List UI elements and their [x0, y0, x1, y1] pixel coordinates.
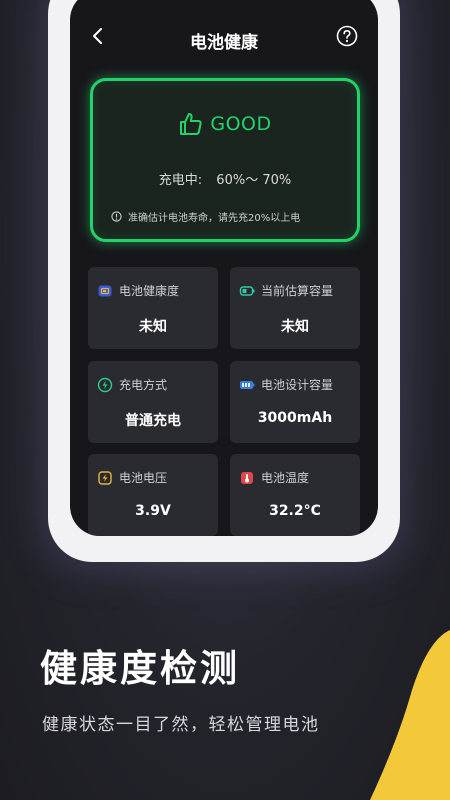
promo-subline: 健康状态一目了然，轻松管理电池 — [42, 715, 320, 735]
info-icon — [111, 211, 122, 222]
tile-label: 电池健康度 — [119, 284, 180, 298]
voltage-icon — [98, 470, 112, 485]
tile-design-capacity[interactable]: 电池设计容量 3000mAh — [230, 361, 360, 443]
battery-design-icon — [240, 380, 255, 389]
tile-value: 未知 — [139, 319, 167, 335]
charge-status-row: 充电中: 60%～ 70% — [93, 169, 357, 188]
tile-value: 普通充电 — [125, 413, 181, 429]
battery-capacity-icon — [239, 285, 255, 296]
tile-battery-voltage[interactable]: 电池电压 3.9V — [88, 454, 218, 536]
tile-label: 电池设计容量 — [261, 378, 334, 392]
thermometer-icon — [241, 471, 253, 484]
tile-battery-health[interactable]: 电池健康度 未知 — [88, 267, 218, 349]
tile-label: 充电方式 — [119, 378, 168, 392]
tile-value: 32.2°C — [269, 503, 321, 519]
app-header: 电池健康 — [70, 16, 378, 60]
battery-health-card: GOOD 充电中: 60%～ 70% 准确估计电池寿命，请先充20%以上电 — [90, 78, 360, 242]
decorative-yellow-shape — [370, 630, 450, 800]
page-title: 电池健康 — [190, 33, 258, 53]
promo-headline: 健康度检测 — [40, 647, 240, 690]
tile-charge-mode[interactable]: 充电方式 普通充电 — [88, 361, 218, 443]
tile-label: 电池电压 — [119, 471, 168, 485]
tile-battery-temperature[interactable]: 电池温度 32.2°C — [230, 454, 360, 536]
battery-health-icon — [98, 285, 112, 296]
tile-value: 未知 — [281, 319, 309, 335]
tile-value: 3000mAh — [257, 410, 333, 426]
health-status-row: GOOD — [93, 111, 357, 137]
charge-mode-icon — [97, 377, 113, 392]
tip-row: 准确估计电池寿命，请先充20%以上电 — [111, 209, 300, 224]
help-icon[interactable] — [336, 25, 358, 47]
health-status-text: GOOD — [210, 113, 272, 135]
tip-text: 准确估计电池寿命，请先充20%以上电 — [128, 213, 301, 224]
tile-estimated-capacity[interactable]: 当前估算容量 未知 — [230, 267, 360, 349]
tile-label: 当前估算容量 — [261, 284, 334, 298]
thumbs-up-icon — [180, 113, 202, 135]
tile-value: 3.9V — [135, 503, 171, 519]
charge-label: 充电中: — [158, 173, 203, 188]
charge-range: 60%～ 70% — [216, 173, 292, 188]
phone-screen: 电池健康 GOOD 充电中: 60%～ 70% 准确估计电池寿命，请先充20%以 — [70, 0, 378, 536]
tile-label: 电池温度 — [261, 471, 310, 485]
